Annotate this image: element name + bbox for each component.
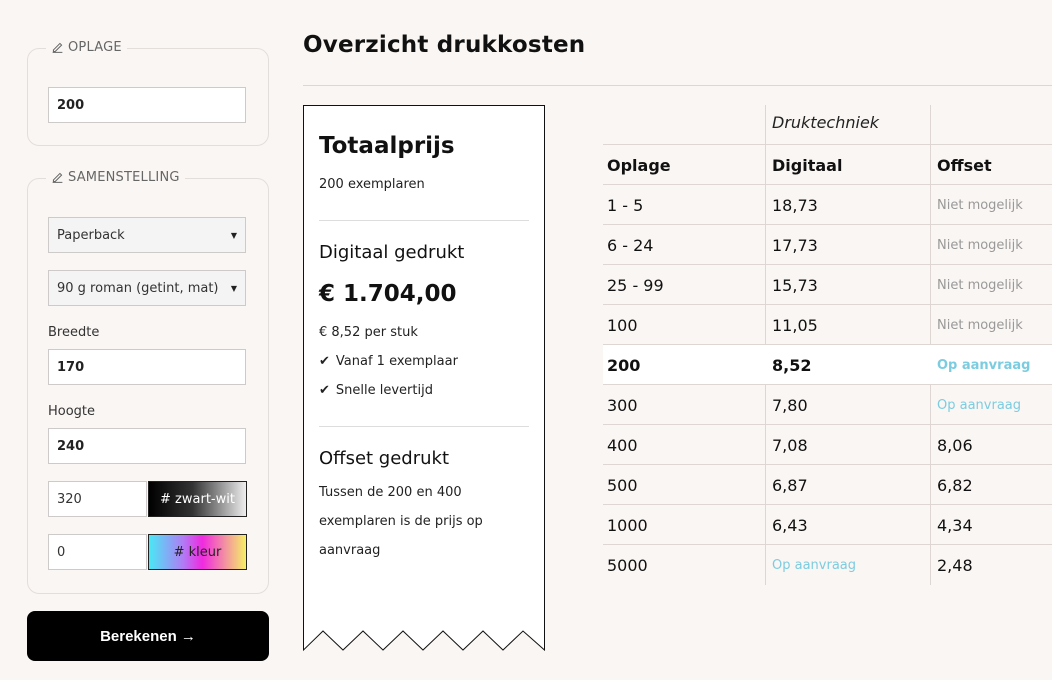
cell-offset: Niet mogelijk: [937, 237, 1023, 253]
cell-offset: 4,34: [937, 515, 973, 535]
oplage-legend-label: OPLAGE: [68, 40, 122, 55]
cell-oplage: 5000: [607, 555, 648, 575]
cell-offset: 6,82: [937, 475, 973, 495]
price-receipt: Totaalprijs 200 exemplaren Digitaal gedr…: [303, 105, 545, 653]
paper-select-value: 90 g roman (getint, mat): [57, 280, 219, 296]
cell-digitaal: 18,73: [772, 195, 818, 215]
color-pages-label: # kleur: [148, 534, 247, 570]
bw-pages-label: # zwart-wit: [148, 481, 247, 517]
samenstelling-fieldset: SAMENSTELLING Paperback ▼ 90 g roman (ge…: [27, 170, 269, 594]
cell-digitaal: 7,08: [772, 435, 808, 455]
cell-offset-request-link[interactable]: Op aanvraag: [937, 385, 1021, 425]
receipt-title: Totaalprijs: [319, 133, 455, 159]
breedte-label: Breedte: [48, 325, 100, 340]
cell-digitaal: 6,43: [772, 515, 808, 535]
color-pages-input[interactable]: 0: [48, 534, 147, 570]
samenstelling-legend-label: SAMENSTELLING: [68, 170, 180, 185]
check-item-label: Snelle levertijd: [335, 383, 433, 398]
column-header: Oplage: [607, 155, 671, 175]
table-row: 25 - 99 15,73 Niet mogelijk: [603, 264, 1052, 305]
cell-offset-request-link[interactable]: Op aanvraag: [937, 345, 1030, 385]
table-row: 5000 Op aanvraag 2,48: [603, 544, 1052, 585]
breedte-input[interactable]: 170: [48, 349, 246, 385]
table-row: 1000 6,43 4,34: [603, 504, 1052, 545]
binding-select-value: Paperback: [57, 227, 125, 243]
paper-select[interactable]: 90 g roman (getint, mat) ▼: [48, 270, 246, 306]
caret-down-icon: ▼: [230, 230, 237, 240]
cell-offset: Niet mogelijk: [937, 277, 1023, 293]
check-item: ✔ Vanaf 1 exemplaar: [319, 354, 458, 369]
digital-price: € 1.704,00: [319, 281, 457, 307]
hoogte-input[interactable]: 240: [48, 428, 246, 464]
oplage-legend: OPLAGE: [46, 40, 127, 55]
oplage-input[interactable]: 200: [48, 87, 246, 123]
cell-offset: Niet mogelijk: [937, 197, 1023, 213]
receipt-divider: [319, 220, 529, 221]
edit-icon: [52, 42, 63, 53]
cell-oplage: 500: [607, 475, 638, 495]
hoogte-label: Hoogte: [48, 404, 96, 419]
title-divider: [303, 85, 1052, 86]
cell-oplage: 100: [607, 315, 638, 335]
cell-digitaal: 11,05: [772, 315, 818, 335]
cell-oplage: 6 - 24: [607, 235, 654, 255]
offset-text: Tussen de 200 en 400 exemplaren is de pr…: [319, 485, 483, 558]
binding-select[interactable]: Paperback ▼: [48, 217, 246, 253]
edit-icon: [52, 172, 63, 183]
page-title: Overzicht drukkosten: [303, 32, 586, 58]
cell-offset: Niet mogelijk: [937, 317, 1023, 333]
group-header-druktechniek: Druktechniek: [772, 113, 880, 132]
table-row: 1 - 5 18,73 Niet mogelijk: [603, 184, 1052, 225]
check-icon: ✔: [319, 383, 330, 398]
column-header: Offset: [937, 155, 992, 175]
table-row: 300 7,80 Op aanvraag: [603, 384, 1052, 425]
cell-oplage: 1 - 5: [607, 195, 644, 215]
check-icon: ✔: [319, 354, 330, 369]
table-header-row: Oplage Digitaal Offset: [603, 144, 1052, 185]
cell-digitaal-request-link[interactable]: Op aanvraag: [772, 545, 856, 585]
cell-oplage: 300: [607, 395, 638, 415]
cell-digitaal: 15,73: [772, 275, 818, 295]
cell-digitaal: 7,80: [772, 395, 808, 415]
table-row: 500 6,87 6,82: [603, 464, 1052, 505]
cell-digitaal: 17,73: [772, 235, 818, 255]
cell-digitaal: 6,87: [772, 475, 808, 495]
table-row-selected: 200 8,52 Op aanvraag: [603, 344, 1052, 385]
oplage-fieldset: OPLAGE 200: [27, 40, 269, 146]
cell-oplage: 400: [607, 435, 638, 455]
calculate-button[interactable]: Berekenen →: [27, 611, 269, 661]
table-row: 400 7,08 8,06: [603, 424, 1052, 465]
bw-pages-input[interactable]: 320: [48, 481, 147, 517]
digital-per-piece: € 8,52 per stuk: [319, 325, 418, 340]
check-item-label: Vanaf 1 exemplaar: [335, 354, 458, 369]
check-item: ✔ Snelle levertijd: [319, 383, 433, 398]
receipt-divider: [319, 426, 529, 427]
table-row: 100 11,05 Niet mogelijk: [603, 304, 1052, 345]
caret-down-icon: ▼: [230, 283, 237, 293]
cell-oplage: 200: [607, 355, 641, 375]
offset-heading: Offset gedrukt: [319, 448, 450, 469]
column-header: Digitaal: [772, 155, 843, 175]
receipt-subtitle: 200 exemplaren: [319, 177, 425, 192]
table-row: 6 - 24 17,73 Niet mogelijk: [603, 224, 1052, 265]
digital-heading: Digitaal gedrukt: [319, 242, 465, 263]
cell-oplage: 25 - 99: [607, 275, 664, 295]
samenstelling-legend: SAMENSTELLING: [46, 170, 185, 185]
cell-offset: 2,48: [937, 555, 973, 575]
cell-offset: 8,06: [937, 435, 973, 455]
cell-digitaal: 8,52: [772, 355, 812, 375]
cell-oplage: 1000: [607, 515, 648, 535]
